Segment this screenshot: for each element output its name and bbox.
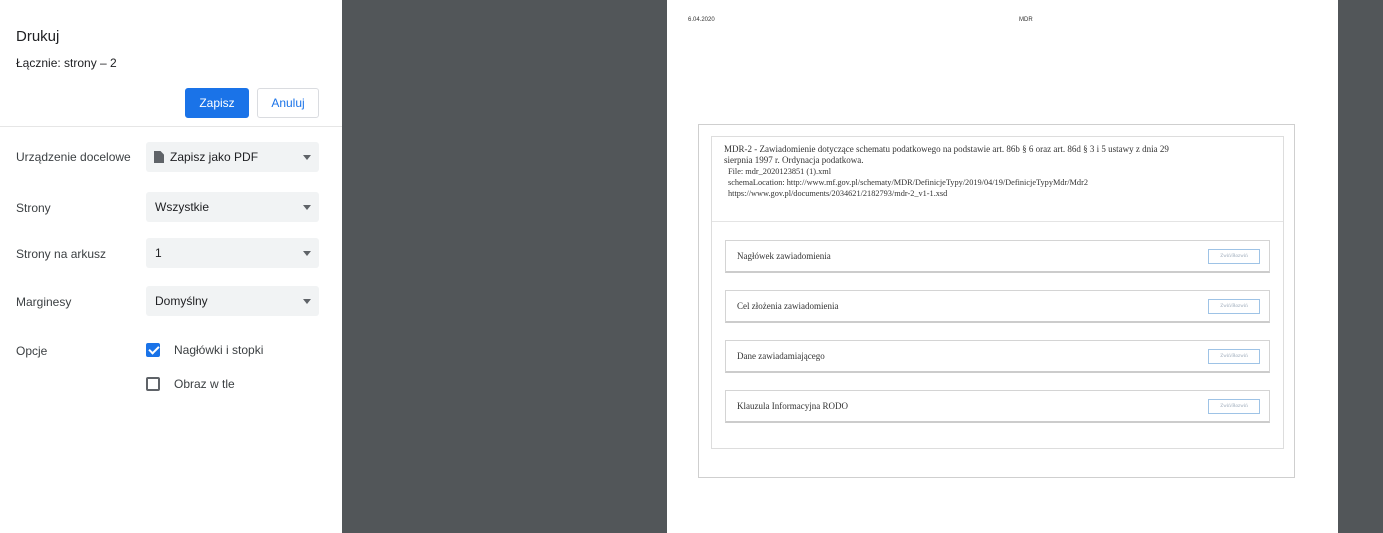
section-notifier: Dane zawiadamiającego Zwiń/Rozwiń: [725, 340, 1270, 373]
document-frame: MDR-2 - Zawiadomienie dotyczące schematu…: [698, 124, 1295, 478]
document-header: MDR-2 - Zawiadomienie dotyczące schematu…: [724, 144, 1274, 199]
background-graphics-checkbox[interactable]: [146, 377, 160, 391]
preview-background: [1338, 0, 1383, 533]
pages-per-sheet-label: Strony na arkusz: [16, 247, 107, 261]
print-dialog-title: Drukuj: [16, 28, 60, 45]
page-count-summary: Łącznie: strony – 2: [16, 56, 117, 70]
section-label: Nagłówek zawiadomienia: [737, 251, 831, 261]
collapse-toggle-button[interactable]: Zwiń/Rozwiń: [1208, 349, 1260, 364]
document-schema-url: https://www.gov.pl/documents/2034621/218…: [728, 189, 948, 198]
section-gdpr: Klauzula Informacyjna RODO Zwiń/Rozwiń: [725, 390, 1270, 423]
pages-per-sheet-value: 1: [155, 246, 162, 260]
collapse-toggle-button[interactable]: Zwiń/Rozwiń: [1208, 249, 1260, 264]
margins-select[interactable]: Domyślny: [146, 286, 319, 316]
divider: [0, 126, 342, 127]
pages-per-sheet-select[interactable]: 1: [146, 238, 319, 268]
headers-footers-checkbox[interactable]: [146, 343, 160, 357]
divider: [712, 221, 1283, 222]
pages-select[interactable]: Wszystkie: [146, 192, 319, 222]
pdf-file-icon: [154, 151, 164, 163]
destination-select[interactable]: Zapisz jako PDF: [146, 142, 319, 172]
section-purpose: Cel złożenia zawiadomienia Zwiń/Rozwiń: [725, 290, 1270, 323]
document-title-line2: sierpnia 1997 r. Ordynacja podatkowa.: [724, 155, 864, 165]
chevron-down-icon: [303, 154, 311, 160]
chevron-down-icon: [303, 298, 311, 304]
collapse-toggle-button[interactable]: Zwiń/Rozwiń: [1208, 399, 1260, 414]
pages-label: Strony: [16, 201, 51, 215]
chevron-down-icon: [303, 250, 311, 256]
background-graphics-checkbox-row[interactable]: Obraz w tle: [146, 377, 235, 391]
margins-value: Domyślny: [155, 294, 208, 308]
pages-value: Wszystkie: [155, 200, 209, 214]
destination-label: Urządzenie docelowe: [16, 150, 131, 164]
headers-footers-checkbox-row[interactable]: Nagłówki i stopki: [146, 343, 263, 357]
chevron-down-icon: [303, 204, 311, 210]
document-title-line1: MDR-2 - Zawiadomienie dotyczące schematu…: [724, 144, 1169, 154]
document-file: File: mdr_2020123851 (1).xml: [728, 167, 832, 176]
section-label: Cel złożenia zawiadomienia: [737, 301, 839, 311]
print-preview-page: 6.04.2020 MDR MDR-2 - Zawiadomienie doty…: [667, 6, 1338, 533]
section-label: Klauzula Informacyjna RODO: [737, 401, 848, 411]
page-header-date: 6.04.2020: [688, 17, 715, 23]
page-header-title: MDR: [1019, 17, 1033, 23]
destination-value: Zapisz jako PDF: [170, 150, 259, 164]
cancel-button[interactable]: Anuluj: [257, 88, 319, 118]
document-panel: MDR-2 - Zawiadomienie dotyczące schematu…: [711, 136, 1284, 449]
background-graphics-label: Obraz w tle: [174, 377, 235, 391]
options-label: Opcje: [16, 344, 48, 358]
save-button[interactable]: Zapisz: [185, 88, 249, 118]
document-schema-location: schemaLocation: http://www.mf.gov.pl/sch…: [728, 178, 1088, 187]
collapse-toggle-button[interactable]: Zwiń/Rozwiń: [1208, 299, 1260, 314]
margins-label: Marginesy: [16, 295, 72, 309]
preview-background: [342, 0, 667, 533]
print-settings-panel: Drukuj Łącznie: strony – 2 Zapisz Anuluj…: [0, 0, 342, 533]
section-header: Nagłówek zawiadomienia Zwiń/Rozwiń: [725, 240, 1270, 273]
section-label: Dane zawiadamiającego: [737, 351, 825, 361]
headers-footers-label: Nagłówki i stopki: [174, 343, 264, 357]
